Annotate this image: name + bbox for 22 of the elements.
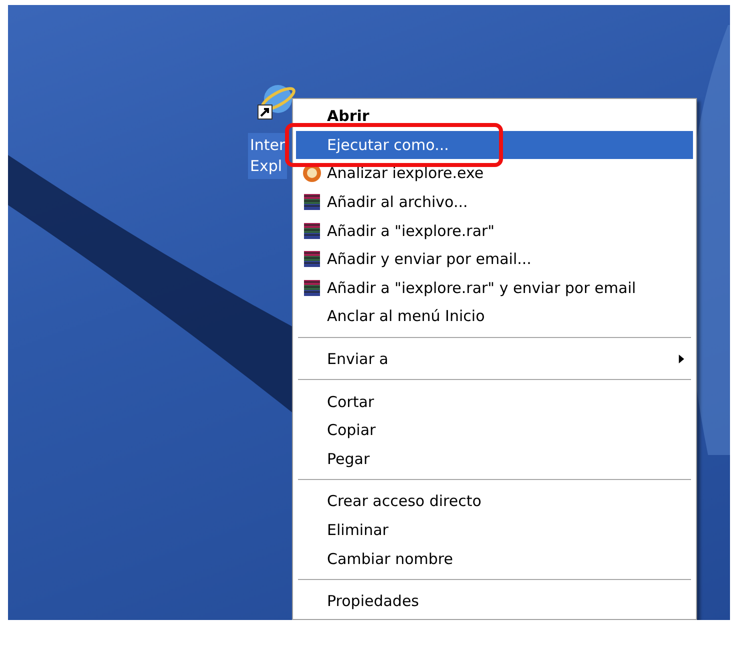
menu-item[interactable]: Ejecutar como... — [296, 130, 693, 160]
menu-item[interactable]: Añadir a "iexplore.rar" — [296, 216, 693, 245]
stacked-books-icon — [302, 220, 322, 241]
menu-item[interactable]: Cortar — [296, 387, 693, 416]
menu-item[interactable]: Añadir al archivo... — [296, 188, 693, 216]
menu-item[interactable]: Enviar a — [296, 344, 693, 374]
submenu-arrow-icon — [678, 353, 685, 366]
menu-item[interactable]: Eliminar — [296, 516, 693, 544]
menu-item[interactable]: Cambiar nombre — [296, 544, 693, 573]
desktop-icon-label[interactable]: Inter Expl — [248, 133, 288, 179]
menu-item[interactable]: Crear acceso directo — [296, 487, 693, 516]
menu-item[interactable]: Añadir y enviar por email... — [296, 244, 693, 274]
menu-item[interactable]: Añadir a "iexplore.rar" y enviar por email — [296, 274, 693, 302]
menu-item[interactable]: Anclar al menú Inicio — [296, 302, 693, 331]
stacked-books-icon — [302, 278, 322, 298]
menu-item[interactable]: Propiedades — [296, 586, 693, 616]
menu-item[interactable]: Copiar — [296, 416, 693, 445]
menu-item[interactable]: Pegar — [296, 444, 693, 474]
menu-item[interactable]: Analizar iexplore.exe — [296, 159, 693, 188]
stacked-books-icon — [302, 249, 322, 270]
menu-item[interactable]: Abrir — [296, 102, 693, 131]
stacked-books-icon — [302, 192, 322, 212]
